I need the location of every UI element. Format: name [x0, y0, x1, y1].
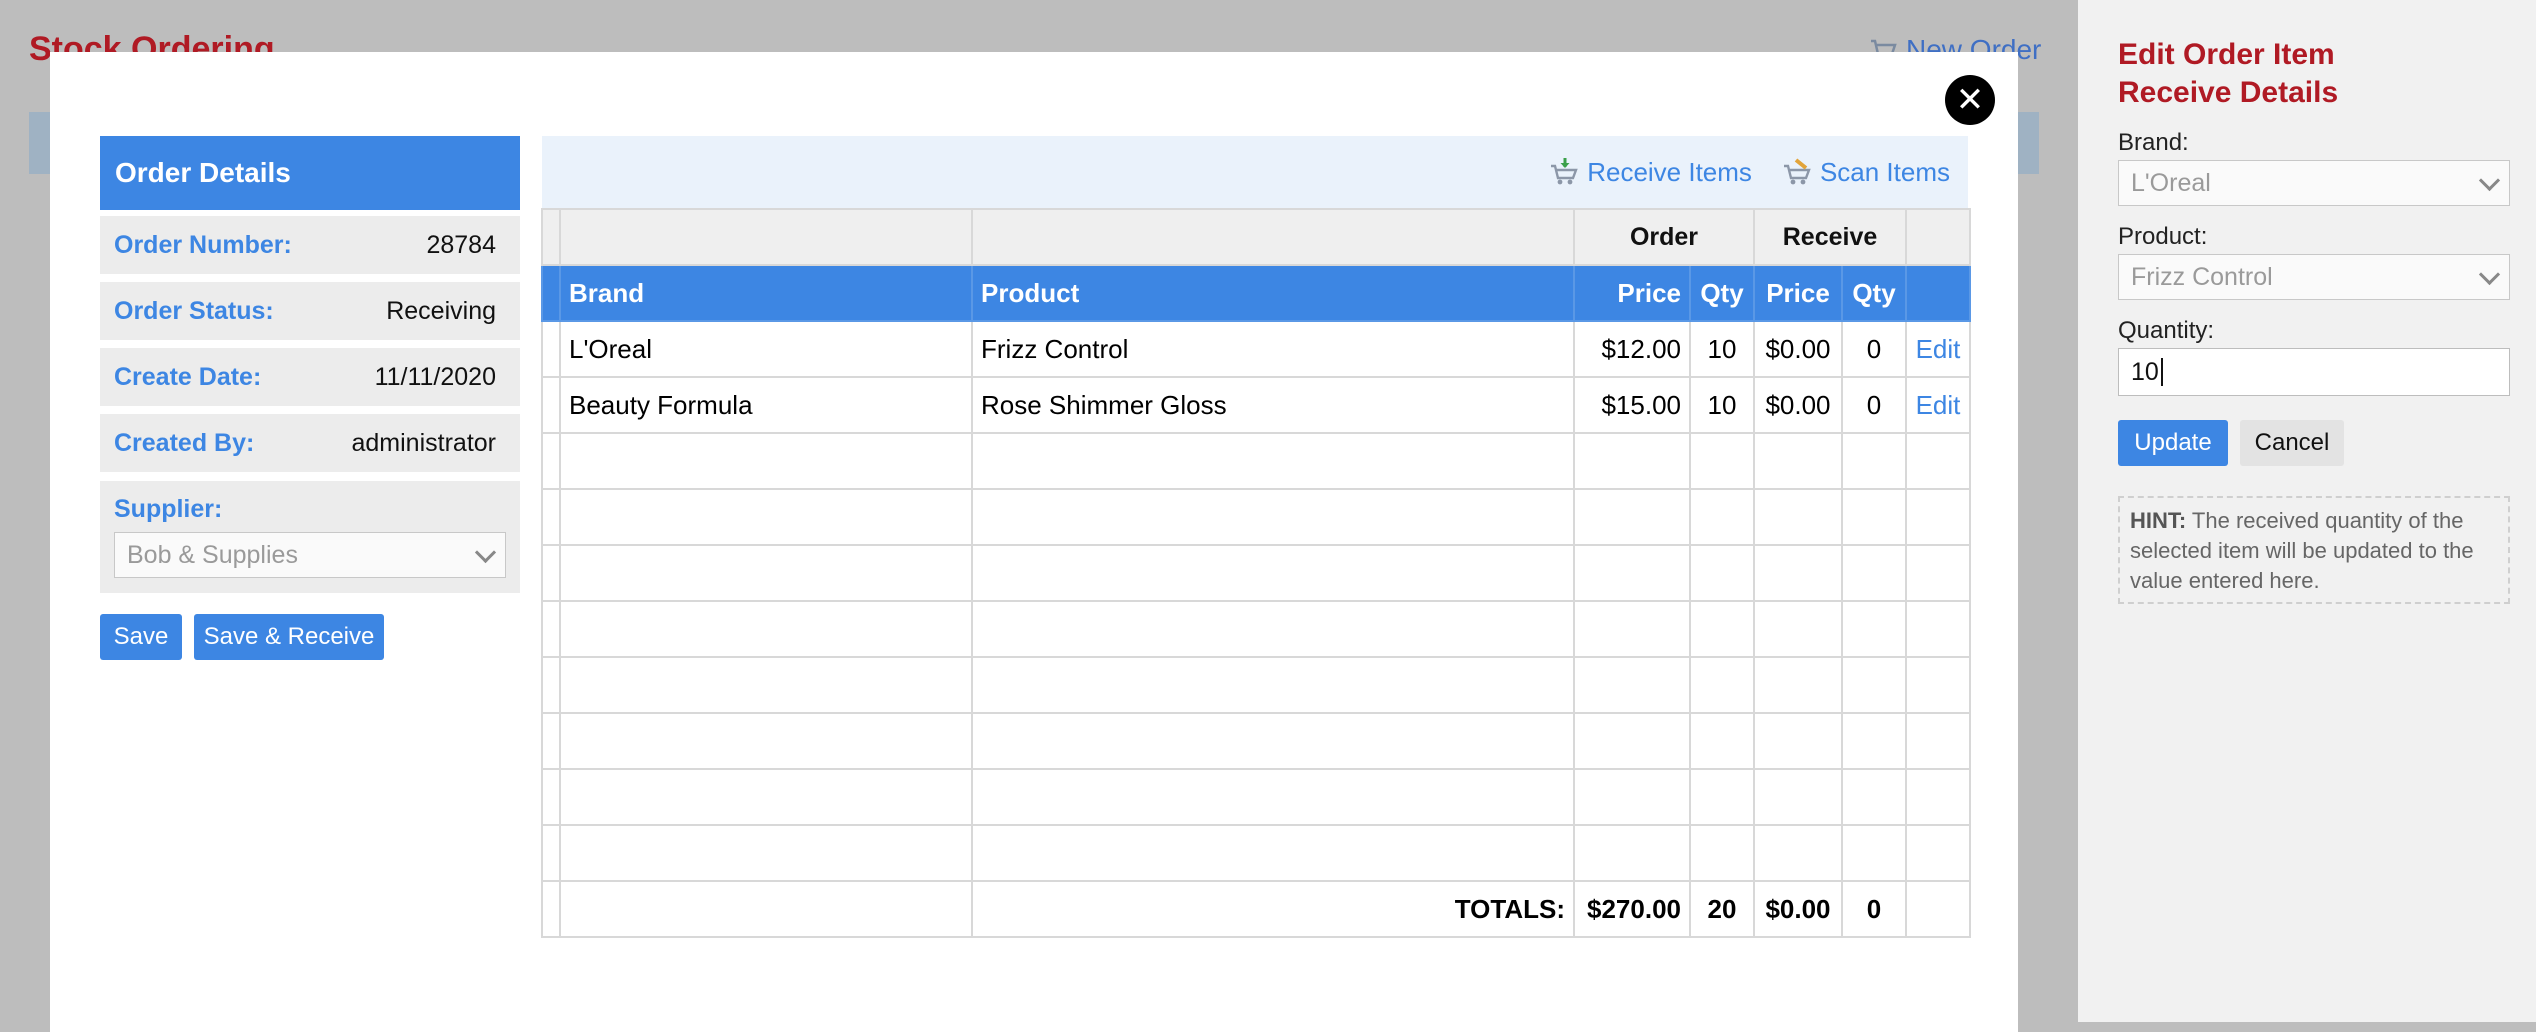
- cart-download-icon: [1549, 157, 1579, 187]
- hint-label: HINT:: [2130, 508, 2187, 533]
- edit-link[interactable]: Edit: [1905, 376, 1971, 434]
- save-button[interactable]: Save: [100, 614, 182, 660]
- receive-group-header: Receive: [1753, 208, 1907, 266]
- receive-items-label: Receive Items: [1587, 156, 1752, 187]
- empty-row: [541, 488, 1971, 546]
- edit-item-title-line2: Receive Details: [2118, 76, 2339, 109]
- receive-price-cell: $0.00: [1753, 320, 1843, 378]
- empty-row: [541, 712, 1971, 770]
- totals-row: TOTALS: $270.00 20 $0.00 0: [541, 880, 1971, 938]
- order-qty-cell: 10: [1689, 376, 1755, 434]
- table-row[interactable]: Beauty Formula Rose Shimmer Gloss $15.00…: [541, 376, 1971, 434]
- brand-cell: Beauty Formula: [559, 376, 973, 434]
- order-qty-cell: 10: [1689, 320, 1755, 378]
- chevron-down-icon: [2478, 263, 2501, 285]
- supplier-select[interactable]: Bob & Supplies: [114, 532, 506, 578]
- product-cell: Frizz Control: [971, 320, 1575, 378]
- receive-price-cell: $0.00: [1753, 376, 1843, 434]
- product-label: Product:: [2118, 223, 2208, 250]
- totals-label: TOTALS:: [971, 880, 1575, 938]
- save-receive-button[interactable]: Save & Receive: [194, 614, 384, 660]
- empty-row: [541, 768, 1971, 826]
- order-status-value: Receiving: [386, 296, 496, 325]
- total-order-price: $270.00: [1573, 880, 1691, 938]
- empty-row: [541, 432, 1971, 490]
- empty-row: [541, 600, 1971, 658]
- receive-items-link[interactable]: Receive Items: [1549, 157, 1752, 188]
- created-by-value: administrator: [351, 428, 497, 457]
- quantity-input[interactable]: 10: [2118, 348, 2510, 396]
- edit-item-title-line1: Edit Order Item: [2118, 38, 2335, 71]
- scan-items-label: Scan Items: [1819, 156, 1950, 187]
- edit-link[interactable]: Edit: [1905, 320, 1971, 378]
- created-by-row: Created By: administrator: [100, 414, 520, 472]
- order-number-value: 28784: [426, 230, 496, 259]
- cart-scan-icon: [1782, 157, 1812, 187]
- edit-item-title: Edit Order Item Receive Details: [2118, 36, 2518, 112]
- order-price-cell: $12.00: [1573, 320, 1691, 378]
- chevron-down-icon: [2478, 169, 2501, 191]
- order-items-table: Order Receive Brand Product Price Qty Pr…: [541, 208, 1971, 938]
- quantity-input-value: 10: [2131, 357, 2159, 386]
- brand-label: Brand:: [2118, 129, 2189, 156]
- create-date-value: 11/11/2020: [374, 362, 496, 391]
- order-number-row: Order Number: 28784: [100, 216, 520, 274]
- total-receive-price: $0.00: [1753, 880, 1843, 938]
- empty-row: [541, 656, 1971, 714]
- order-group-header: Order: [1573, 208, 1755, 266]
- cancel-button[interactable]: Cancel: [2240, 420, 2344, 466]
- order-number-label: Order Number:: [114, 230, 292, 259]
- order-price-column-header[interactable]: Price: [1573, 264, 1691, 322]
- column-header-row: Brand Product Price Qty Price Qty: [541, 264, 1971, 322]
- group-header-row: Order Receive: [541, 208, 1971, 266]
- receive-qty-cell: 0: [1841, 376, 1907, 434]
- total-receive-qty: 0: [1841, 880, 1907, 938]
- receive-qty-cell: 0: [1841, 320, 1907, 378]
- table-row[interactable]: L'Oreal Frizz Control $12.00 10 $0.00 0 …: [541, 320, 1971, 378]
- brand-select-value: L'Oreal: [2131, 168, 2211, 197]
- create-date-row: Create Date: 11/11/2020: [100, 348, 520, 406]
- brand-column-header[interactable]: Brand: [559, 264, 973, 322]
- brand-cell: L'Oreal: [559, 320, 973, 378]
- supplier-value: Bob & Supplies: [127, 540, 298, 569]
- text-caret: [2160, 358, 2163, 386]
- scan-items-link[interactable]: Scan Items: [1782, 157, 1950, 188]
- chevron-down-icon: [474, 541, 497, 563]
- product-select[interactable]: Frizz Control: [2118, 254, 2510, 300]
- created-by-label: Created By:: [114, 428, 255, 457]
- create-date-label: Create Date:: [114, 362, 262, 391]
- product-select-value: Frizz Control: [2131, 262, 2273, 291]
- quantity-label: Quantity:: [2118, 317, 2215, 344]
- product-column-header[interactable]: Product: [971, 264, 1575, 322]
- update-button[interactable]: Update: [2118, 420, 2228, 466]
- receive-qty-column-header[interactable]: Qty: [1841, 264, 1907, 322]
- brand-select[interactable]: L'Oreal: [2118, 160, 2510, 206]
- empty-row: [541, 544, 1971, 602]
- empty-row: [541, 824, 1971, 882]
- supplier-label: Supplier:: [114, 495, 223, 523]
- hint-box: HINT: The received quantity of the selec…: [2118, 496, 2510, 604]
- items-toolbar: Receive Items Scan Items: [542, 136, 1968, 208]
- order-details-header: Order Details: [100, 136, 520, 210]
- product-cell: Rose Shimmer Gloss: [971, 376, 1575, 434]
- close-icon[interactable]: ✕: [1945, 75, 1995, 125]
- order-status-row: Order Status: Receiving: [100, 282, 520, 340]
- order-price-cell: $15.00: [1573, 376, 1691, 434]
- receive-price-column-header[interactable]: Price: [1753, 264, 1843, 322]
- order-status-label: Order Status:: [114, 296, 274, 325]
- order-qty-column-header[interactable]: Qty: [1689, 264, 1755, 322]
- total-order-qty: 20: [1689, 880, 1755, 938]
- supplier-field: Supplier: Bob & Supplies: [100, 481, 520, 593]
